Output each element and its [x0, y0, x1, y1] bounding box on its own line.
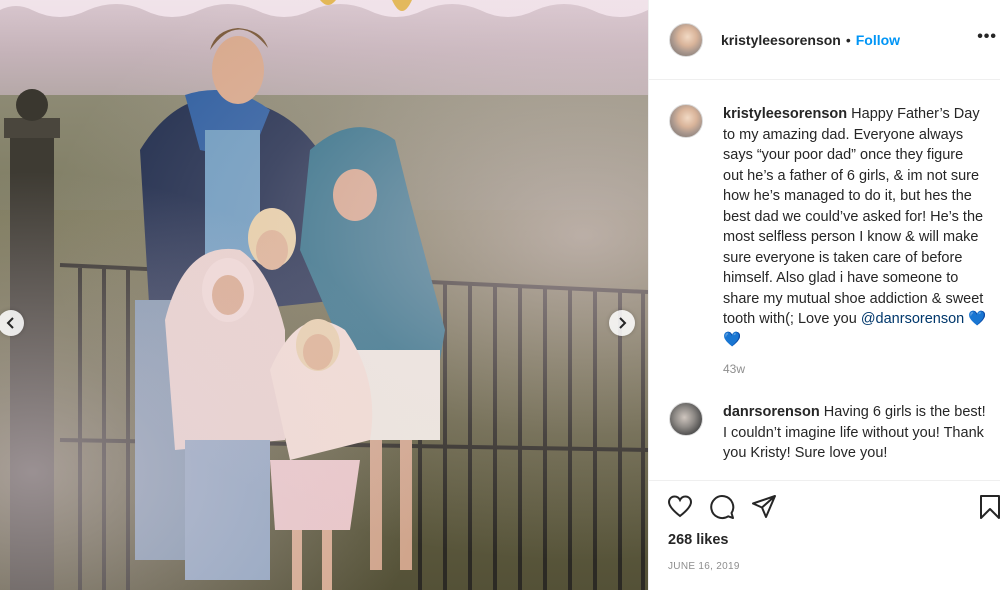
mention-link[interactable]: @danrsorenson — [861, 311, 964, 327]
comments-list[interactable]: kristyleesorenson Happy Father’s Day to … — [649, 80, 1000, 480]
chevron-right-icon — [619, 317, 627, 329]
bookmark-icon[interactable] — [977, 494, 1000, 520]
post-photo[interactable] — [0, 0, 648, 590]
caption-username-link[interactable]: kristyleesorenson — [723, 106, 847, 122]
next-photo-button[interactable] — [609, 310, 635, 336]
author-avatar[interactable] — [669, 22, 703, 57]
likes-count[interactable]: 268 likes — [668, 532, 728, 548]
post-header: kristyleesorenson • Follow ••• — [649, 0, 1000, 80]
comment-text: danrsorenson Having 6 girls is the best!… — [723, 402, 987, 464]
commenter-avatar[interactable] — [669, 402, 703, 436]
heart-icon[interactable] — [667, 494, 693, 520]
post-actions: 268 likes JUNE 16, 2019 — [649, 480, 1000, 590]
more-options-icon[interactable]: ••• — [977, 28, 997, 46]
comment-item: danrsorenson Having 6 girls is the best!… — [669, 402, 989, 464]
share-icon[interactable] — [751, 494, 777, 520]
header-separator: • — [845, 31, 851, 48]
caption-text: kristyleesorenson Happy Father’s Day to … — [723, 104, 987, 350]
post-date[interactable]: JUNE 16, 2019 — [668, 561, 740, 572]
caption-comment: kristyleesorenson Happy Father’s Day to … — [669, 104, 989, 350]
caption-avatar[interactable] — [669, 104, 703, 138]
author-username-link[interactable]: kristyleesorenson — [721, 32, 841, 48]
caption-body: Happy Father’s Day to my amazing dad. Ev… — [723, 106, 984, 327]
post-side-panel: kristyleesorenson • Follow ••• kristylee… — [648, 0, 1000, 590]
follow-button[interactable]: Follow — [856, 32, 900, 48]
caption-timestamp[interactable]: 43w — [723, 362, 745, 376]
photo-glare — [0, 0, 648, 590]
comment-icon[interactable] — [709, 494, 735, 520]
chevron-left-icon — [6, 317, 14, 329]
action-icons — [667, 494, 777, 520]
commenter-username-link[interactable]: danrsorenson — [723, 404, 820, 420]
